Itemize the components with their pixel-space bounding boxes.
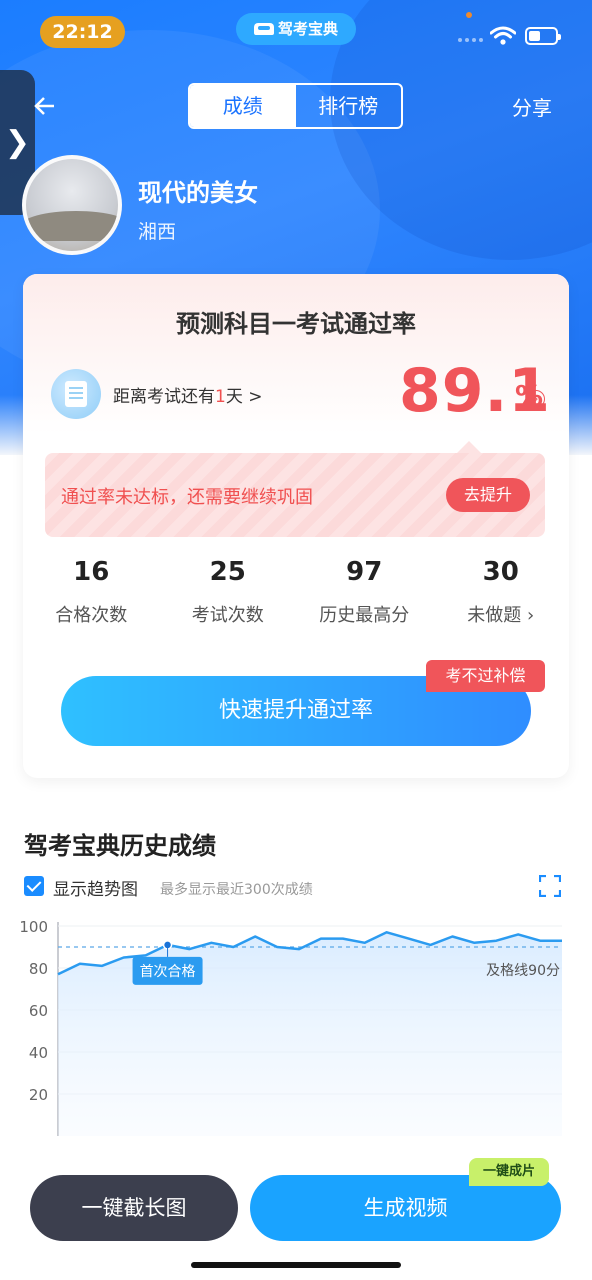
y-tick-label: 20 <box>29 1086 48 1104</box>
home-indicator <box>191 1262 401 1268</box>
notification-dot <box>466 12 472 18</box>
exam-document-icon <box>51 369 101 419</box>
card-title: 预测科目一考试通过率 <box>176 310 416 338</box>
y-tick-label: 40 <box>29 1044 48 1062</box>
user-name: 现代的美女 <box>138 179 258 207</box>
long-screenshot-button[interactable]: 一键截长图 <box>30 1175 238 1241</box>
brand-badge: 驾考宝典 <box>236 13 356 45</box>
compensation-tag[interactable]: 考不过补偿 <box>426 660 545 692</box>
car-icon <box>253 23 274 35</box>
stats-row: 16 合格次数 25 考试次数 97 历史最高分 30 未做题 › <box>23 557 569 627</box>
tab-switcher: 成绩 排行榜 <box>188 83 403 129</box>
stat-exam-count[interactable]: 25 考试次数 <box>160 557 297 627</box>
battery-icon <box>525 27 561 45</box>
trend-label[interactable]: 显示趋势图 <box>53 875 138 900</box>
stat-pass-count[interactable]: 16 合格次数 <box>23 557 160 627</box>
fullscreen-icon[interactable] <box>539 875 561 897</box>
stat-undone[interactable]: 30 未做题 › <box>433 557 570 627</box>
pass-rate-card: 预测科目一考试通过率 距离考试还有1天 > 89.1 % › 通过率未达标，还需… <box>23 274 569 778</box>
exam-countdown[interactable]: 距离考试还有1天 > <box>113 382 262 407</box>
wifi-icon <box>490 26 516 45</box>
tab-ranking[interactable]: 排行榜 <box>296 85 402 127</box>
avatar[interactable] <box>22 155 122 255</box>
rate-detail-chevron-icon[interactable]: › <box>527 390 545 408</box>
back-arrow-icon[interactable] <box>34 86 56 126</box>
improve-button[interactable]: 去提升 <box>446 478 530 512</box>
pass-line-label: 及格线90分 <box>486 963 560 979</box>
trend-hint: 最多显示最近300次成绩 <box>160 882 313 898</box>
share-button[interactable]: 分享 <box>512 92 552 121</box>
y-tick-label: 100 <box>19 918 48 936</box>
warning-text: 通过率未达标，还需要继续巩固 <box>61 487 313 508</box>
trend-checkbox[interactable] <box>24 876 44 896</box>
stat-high-score[interactable]: 97 历史最高分 <box>296 557 433 627</box>
first-pass-label: 首次合格 <box>140 964 196 980</box>
brand-label: 驾考宝典 <box>277 20 338 38</box>
warning-banner: 通过率未达标，还需要继续巩固 去提升 <box>45 441 545 537</box>
user-region: 湘西 <box>138 221 177 243</box>
signal-dots-icon <box>458 38 483 42</box>
status-time: 22:12 <box>40 16 125 48</box>
history-title: 驾考宝典历史成绩 <box>24 832 216 860</box>
y-tick-label: 60 <box>29 1002 48 1020</box>
tab-score[interactable]: 成绩 <box>190 85 296 127</box>
score-trend-chart: 20 40 60 80 100 及格线90分 首次合格 <box>19 918 562 1136</box>
y-tick-label: 80 <box>29 960 48 978</box>
one-click-badge: 一键成片 <box>469 1158 549 1186</box>
